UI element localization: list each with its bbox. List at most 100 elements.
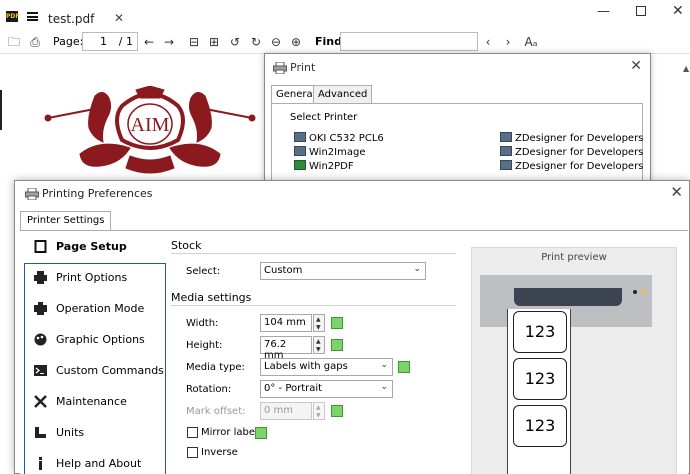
printer-icon <box>273 62 287 74</box>
nav-label: Page Setup <box>56 240 127 253</box>
nav-label: Help and About <box>56 457 142 470</box>
find-next-icon[interactable]: › <box>500 34 516 50</box>
rotate-right-icon[interactable]: ↻ <box>248 34 264 50</box>
media-type-value: Labels with gaps <box>264 361 348 372</box>
mirror-label-text: Mirror label <box>201 427 258 438</box>
printer-item[interactable]: ZDesigner for Developers <box>500 160 643 173</box>
printer-icon <box>500 132 512 142</box>
media-settings-heading: Media settings <box>171 291 252 304</box>
info-icon <box>39 457 42 470</box>
tab-printer-settings[interactable]: Printer Settings <box>20 211 112 230</box>
width-status-icon <box>331 317 343 329</box>
printer-button-icon <box>633 290 637 294</box>
width-field[interactable]: 104 mm <box>260 314 312 332</box>
select-printer-label: Select Printer <box>290 112 358 123</box>
inverse-text: Inverse <box>201 447 238 458</box>
print-close-icon[interactable]: ✕ <box>630 58 642 74</box>
printer-output-slot <box>514 288 622 306</box>
stock-select-value: Custom <box>264 265 303 276</box>
print-dialog-title: Print <box>290 61 316 74</box>
mirror-status-icon <box>255 427 267 439</box>
page-edge <box>0 90 2 130</box>
nav-label: Operation Mode <box>56 302 145 315</box>
find-prev-icon[interactable]: ‹ <box>480 34 496 50</box>
stock-select[interactable]: Custom ⌄ <box>260 262 426 280</box>
zoom-in-icon[interactable]: ⊕ <box>288 34 304 50</box>
printer-icon <box>294 132 306 142</box>
minimize-icon[interactable]: — <box>597 4 610 19</box>
printer-item[interactable]: Win2Image <box>294 146 365 159</box>
nav-label: Graphic Options <box>56 333 145 346</box>
prev-page-icon[interactable]: ← <box>141 34 157 50</box>
media-type-status-icon <box>398 361 410 373</box>
rotate-left-icon[interactable]: ↺ <box>227 34 243 50</box>
page-total: / 1 <box>118 35 133 48</box>
printer-icon <box>294 146 306 156</box>
terminal-icon <box>34 365 47 376</box>
window-close-icon[interactable]: ✕ <box>672 3 684 19</box>
prefs-dialog-title: Printing Preferences <box>42 187 153 200</box>
inverse-checkbox[interactable] <box>187 447 198 458</box>
printer-default-icon <box>294 160 306 170</box>
printer-item[interactable]: ZDesigner for Developers <box>500 132 643 145</box>
nav-item-help-about[interactable]: Help and About <box>24 448 165 474</box>
scroll-up-icon[interactable]: ▲ <box>683 64 689 73</box>
find-input[interactable] <box>340 32 478 51</box>
page-input[interactable]: 1 / 1 <box>82 32 138 51</box>
nav-item-custom-commands[interactable]: Custom Commands <box>24 355 165 386</box>
settings-nav: Page Setup Print Options Operation Mode … <box>20 231 166 474</box>
continuous-page-icon[interactable]: ⊞ <box>206 34 222 50</box>
rotation-select[interactable]: 0° - Portrait ⌄ <box>260 380 393 398</box>
zoom-out-icon[interactable]: ⊖ <box>268 34 284 50</box>
tab-advanced[interactable]: Advanced <box>313 85 373 103</box>
mirror-label-checkbox[interactable] <box>187 427 198 438</box>
maximize-icon[interactable] <box>636 6 646 16</box>
close-tab-icon[interactable]: ✕ <box>114 11 124 25</box>
media-type-label: Media type: <box>186 362 245 373</box>
width-stepper[interactable]: ▲ ▼ <box>313 314 325 332</box>
height-stepper[interactable]: ▲ ▼ <box>313 336 325 354</box>
label-preview: 123 <box>513 311 567 353</box>
printer-item[interactable]: ZDesigner for Developers <box>500 146 643 159</box>
app-logo-icon: PDF <box>6 11 20 22</box>
document-tab[interactable]: test.pdf <box>48 12 94 26</box>
menu-icon[interactable] <box>27 12 38 21</box>
height-field[interactable]: 76.2 mm <box>260 336 312 361</box>
mark-offset-status-icon <box>331 405 343 417</box>
aim-logo: AIM <box>44 86 256 174</box>
printer-icon <box>500 146 512 156</box>
nav-item-graphic-options[interactable]: Graphic Options <box>24 324 165 355</box>
open-folder-icon[interactable]: 🗀 <box>6 34 22 50</box>
next-page-icon[interactable]: → <box>161 34 177 50</box>
media-type-select[interactable]: Labels with gaps ⌄ <box>260 358 393 376</box>
label-preview: 123 <box>513 405 567 447</box>
nav-item-maintenance[interactable]: Maintenance <box>24 386 165 417</box>
printing-preferences-dialog: Printing Preferences ✕ Printer Settings … <box>14 180 690 474</box>
nav-item-print-options[interactable]: Print Options <box>24 262 165 293</box>
nav-item-page-setup[interactable]: Page Setup <box>24 231 165 262</box>
match-case-icon[interactable]: Aₐ <box>520 34 542 50</box>
print-icon[interactable]: ⎙ <box>27 34 43 50</box>
mark-offset-stepper[interactable]: ▲ ▼ <box>313 402 325 420</box>
page-setup-icon <box>34 240 47 253</box>
mark-offset-field[interactable]: 0 mm <box>260 402 312 420</box>
printer-icon <box>34 271 47 284</box>
tools-icon <box>34 395 47 408</box>
nav-label: Maintenance <box>56 395 127 408</box>
stock-heading: Stock <box>171 239 202 252</box>
prefs-close-icon[interactable]: ✕ <box>670 183 683 201</box>
single-page-icon[interactable]: ⊟ <box>186 34 202 50</box>
nav-label: Units <box>56 426 85 439</box>
graphic-options-icon <box>34 333 47 346</box>
printer-icon <box>25 188 39 200</box>
nav-label: Print Options <box>56 271 128 284</box>
nav-item-units[interactable]: Units <box>24 417 165 448</box>
nav-item-operation-mode[interactable]: Operation Mode <box>24 293 165 324</box>
print-preview-title: Print preview <box>541 252 607 263</box>
chevron-down-icon: ⌄ <box>413 264 421 274</box>
rotation-label: Rotation: <box>186 384 232 395</box>
printer-item[interactable]: OKI C532 PCL6 <box>294 132 384 145</box>
printer-item[interactable]: Win2PDF <box>294 160 354 173</box>
height-label: Height: <box>186 340 223 351</box>
viewer-titlebar: PDF test.pdf ✕ — ✕ <box>0 0 690 30</box>
